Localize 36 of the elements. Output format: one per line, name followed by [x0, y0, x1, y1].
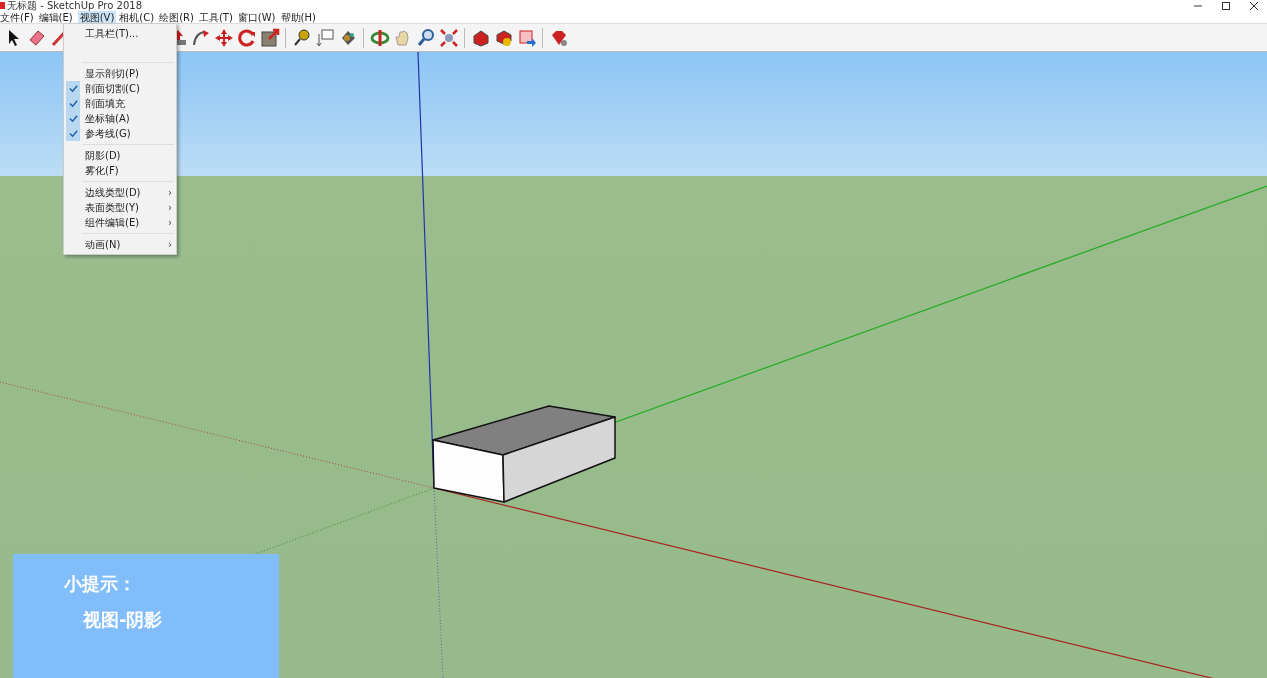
menu-item[interactable]: 参考线(G)	[64, 126, 176, 141]
menu-bar-item[interactable]: 编辑(E)	[38, 10, 78, 24]
menu-item[interactable]: 剖面填充	[64, 96, 176, 111]
share-model-icon[interactable]	[516, 27, 537, 48]
scale-icon[interactable]	[259, 27, 280, 48]
tip-title: 小提示：	[64, 572, 137, 596]
menu-item[interactable]: 边线类型(D) ›	[64, 185, 176, 200]
menu-item[interactable]: 雾化(F)	[64, 163, 176, 178]
orbit-icon[interactable]	[369, 27, 390, 48]
close-icon[interactable]	[1249, 0, 1259, 11]
menu-item[interactable]: 坐标轴(A)	[64, 111, 176, 126]
menu-bar-item[interactable]: 工具(T)	[198, 10, 238, 24]
zoom-extents-icon[interactable]	[438, 27, 459, 48]
text-label-icon[interactable]	[314, 27, 335, 48]
rotate-icon[interactable]	[236, 27, 257, 48]
maximize-icon[interactable]	[1221, 0, 1231, 11]
menu-item[interactable]: 显示剖切(P)	[64, 66, 176, 81]
menu-bar-item[interactable]: 绘图(R)	[159, 10, 199, 24]
menu-bar-item[interactable]: 相机(C)	[119, 10, 160, 24]
tape-measure-icon[interactable]	[291, 27, 312, 48]
move-icon[interactable]	[213, 27, 234, 48]
menu-item[interactable]: 表面类型(Y) ›	[64, 200, 176, 215]
menu-item[interactable]: 工具栏(T)...	[64, 26, 176, 41]
window-title: 无标题 - SketchUp Pro 2018	[7, 0, 142, 11]
menu-item[interactable]: 阴影(D)	[64, 148, 176, 163]
menu-item[interactable]: 组件编辑(E) ›	[64, 215, 176, 230]
menu-bar-item[interactable]: 帮助(H)	[280, 10, 321, 24]
tip-text: 视图-阴影	[82, 608, 164, 632]
follow-me-icon[interactable]	[190, 27, 211, 48]
menu-item[interactable]: 动画(N) ›	[64, 237, 176, 252]
menu-bar-item[interactable]: 视图(V)	[77, 10, 117, 24]
menu-bar-item[interactable]: 文件(F)	[0, 10, 39, 24]
menu-bar-item[interactable]: 窗口(W)	[237, 10, 281, 24]
app-icon	[0, 2, 5, 9]
zoom-icon[interactable]	[415, 27, 436, 48]
menu-item[interactable]: 剖面切割(C)	[64, 81, 176, 96]
